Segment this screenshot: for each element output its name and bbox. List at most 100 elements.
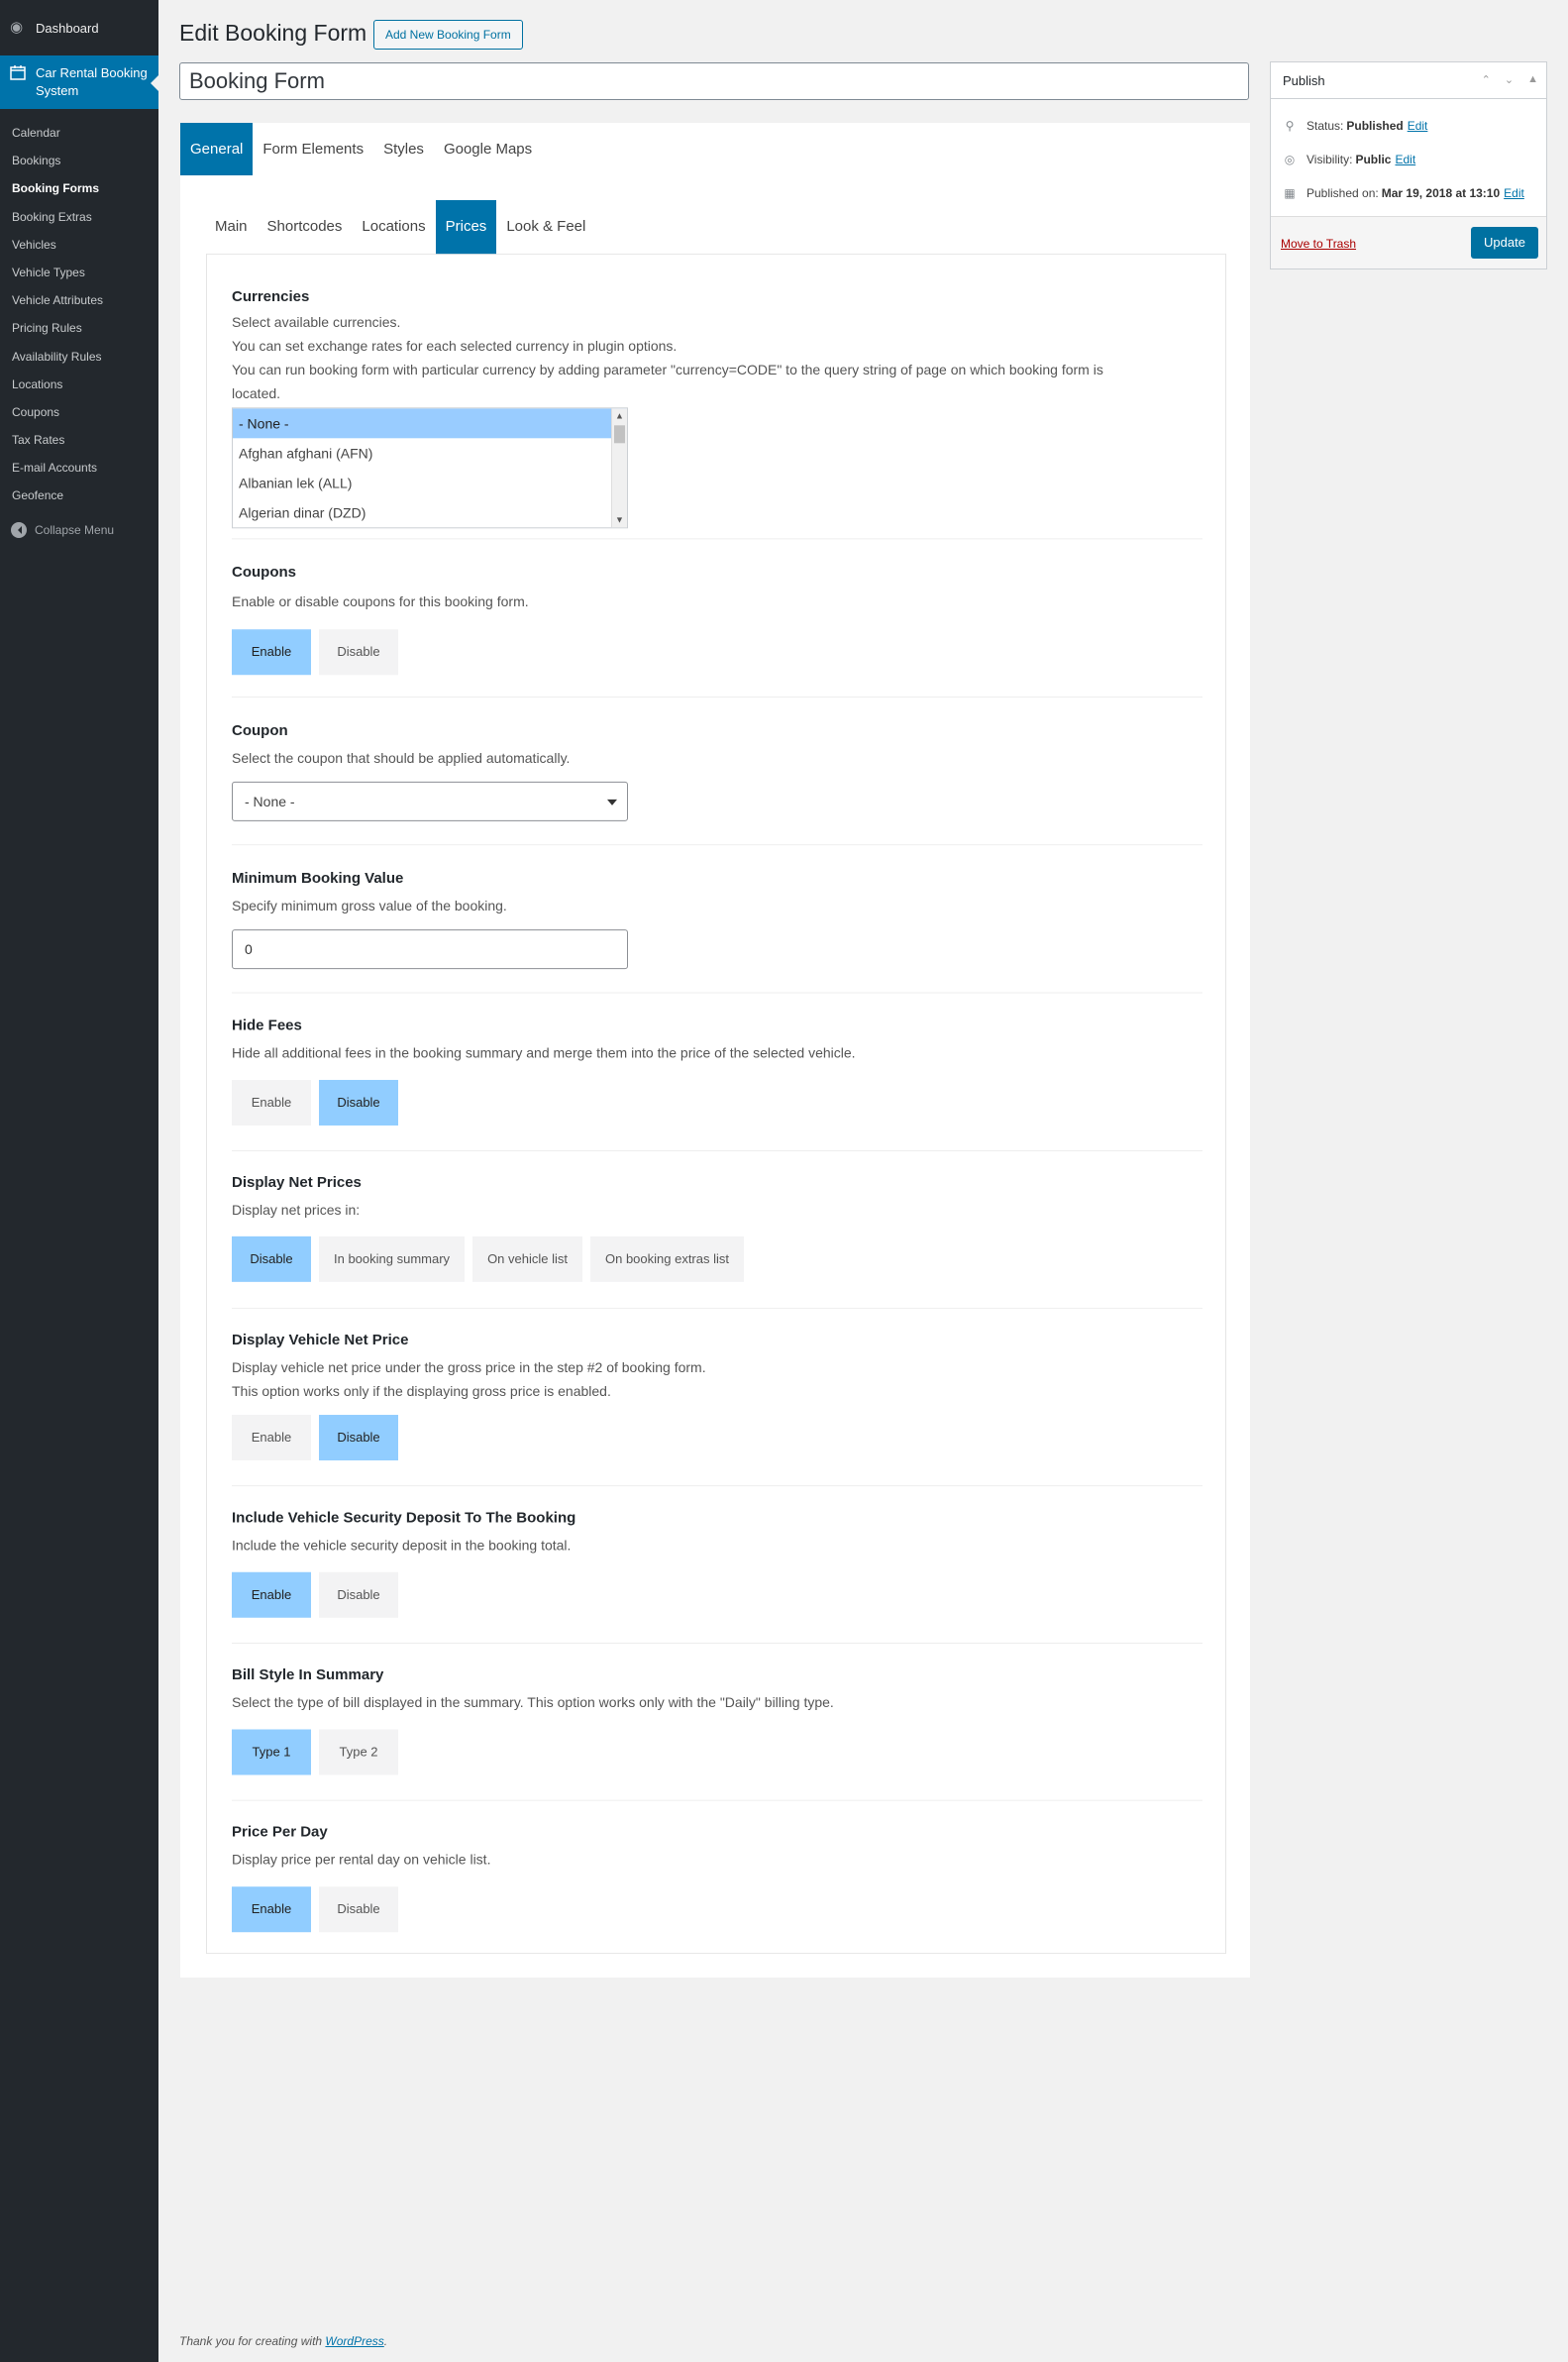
net-prices-vehicle-list-button[interactable]: On vehicle list [472,1235,582,1282]
divider [232,992,1202,994]
toggle-panel-icon[interactable]: ▲ [1527,73,1538,86]
move-up-icon[interactable]: ⌃ [1482,73,1491,86]
currencies-listbox[interactable]: - None - Afghan afghani (AFN) Albanian lek… [232,407,628,529]
section-desc: Specify minimum gross value of the booki… [232,898,507,914]
collapse-menu-button[interactable]: Collapse Menu [0,516,158,544]
calendar-icon [10,65,26,80]
type1-button[interactable]: Type 1 [232,1729,311,1775]
enable-button[interactable]: Enable [232,629,311,676]
sidebar-item-tax-rates[interactable]: Tax Rates [0,426,158,454]
sidebar-item-dashboard[interactable]: ◉ Dashboard [0,0,158,55]
tab-form-elements[interactable]: Form Elements [253,123,373,175]
currency-option[interactable]: Algerian dinar (DZD) [233,497,627,527]
disable-button[interactable]: Disable [319,1079,398,1126]
section-title: Bill Style In Summary [232,1665,384,1683]
move-to-trash-link[interactable]: Move to Trash [1281,237,1356,251]
publish-box-title: Publish [1283,72,1325,88]
sidebar-item-pricing-rules[interactable]: Pricing Rules [0,314,158,342]
sidebar-item-car-rental[interactable]: Car Rental Booking System [0,55,158,109]
visibility-value: Public [1355,153,1392,166]
enable-button[interactable]: Enable [232,1571,311,1618]
currency-option[interactable]: Albanian lek (ALL) [233,468,627,497]
wordpress-link[interactable]: WordPress [325,2334,383,2348]
price-per-day-toggle: Enable Disable [232,1886,398,1933]
edit-date-link[interactable]: Edit [1504,186,1524,200]
disable-button[interactable]: Disable [319,629,398,676]
edit-visibility-link[interactable]: Edit [1395,153,1415,166]
subtab-shortcodes[interactable]: Shortcodes [258,200,353,255]
sidebar-item-calendar[interactable]: Calendar [0,119,158,147]
display-net-prices-section: Display Net Prices Display net prices in… [232,1174,1202,1222]
status-label: Status: [1307,119,1344,133]
coupons-section: Coupons Enable or disable coupons for th… [232,564,1202,613]
sidebar-item-vehicles[interactable]: Vehicles [0,231,158,259]
sidebar-item-vehicle-attributes[interactable]: Vehicle Attributes [0,286,158,314]
sidebar-item-label: Dashboard [36,20,99,36]
sidebar-item-vehicle-types[interactable]: Vehicle Types [0,259,158,286]
disable-button[interactable]: Disable [319,1415,398,1461]
sidebar-item-locations[interactable]: Locations [0,371,158,398]
currency-option[interactable]: Afghan afghani (AFN) [233,438,627,468]
net-prices-booking-extras-button[interactable]: On booking extras list [589,1235,744,1282]
admin-sidebar: ◉ Dashboard Car Rental Booking System Ca… [0,0,158,2362]
tab-google-maps[interactable]: Google Maps [434,123,542,175]
subtab-prices[interactable]: Prices [435,200,497,255]
enable-button[interactable]: Enable [232,1415,311,1461]
tab-general[interactable]: General [180,123,254,175]
bill-style-section: Bill Style In Summary Select the type of… [232,1666,1202,1714]
divider [232,1642,1202,1644]
add-new-booking-form-button[interactable]: Add New Booking Form [373,20,523,50]
subtab-locations[interactable]: Locations [352,200,435,255]
move-down-icon[interactable]: ⌄ [1505,73,1514,86]
section-desc: Select the type of bill displayed in the… [232,1693,834,1710]
net-prices-disable-button[interactable]: Disable [232,1235,311,1282]
subtab-look-feel[interactable]: Look & Feel [496,200,595,255]
type2-button[interactable]: Type 2 [319,1729,398,1775]
sidebar-item-label: Car Rental Booking System [36,65,148,98]
sidebar-item-bookings[interactable]: Bookings [0,147,158,174]
tab-styles[interactable]: Styles [373,123,434,175]
publish-actions: Move to Trash Update [1271,216,1546,268]
publish-box: Publish ⌃ ⌄ ▲ ⚲ Status: Published Edit ◎… [1270,61,1547,269]
scroll-up-icon[interactable]: ▲ [612,408,627,423]
hide-fees-toggle: Enable Disable [232,1079,398,1126]
enable-button[interactable]: Enable [232,1886,311,1933]
enable-button[interactable]: Enable [232,1079,311,1126]
divider [232,1150,1202,1152]
edit-status-link[interactable]: Edit [1408,119,1428,133]
section-desc: You can set exchange rates for each sele… [232,338,678,355]
section-desc: Select available currencies. [232,314,401,331]
divider [232,1799,1202,1801]
sidebar-item-geofence[interactable]: Geofence [0,482,158,509]
minimum-booking-value-input[interactable]: 0 [232,929,628,970]
section-title: Display Net Prices [232,1174,362,1192]
coupon-select[interactable]: - None - [232,781,628,821]
section-title: Coupons [232,564,296,582]
sidebar-item-availability-rules[interactable]: Availability Rules [0,343,158,371]
listbox-scrollbar[interactable]: ▲ ▼ [611,408,627,528]
display-vehicle-net-price-section: Display Vehicle Net Price Display vehicl… [232,1332,1202,1403]
net-prices-booking-summary-button[interactable]: In booking summary [319,1235,466,1282]
post-title-input[interactable]: Booking Form [179,62,1249,100]
sidebar-item-coupons[interactable]: Coupons [0,398,158,426]
sidebar-item-e-mail-accounts[interactable]: E-mail Accounts [0,454,158,482]
update-button[interactable]: Update [1471,227,1538,259]
subtab-main[interactable]: Main [205,200,258,255]
select-value: - None - [245,793,295,809]
published-date-row: ▦ Published on: Mar 19, 2018 at 13:10 Ed… [1271,176,1546,210]
sidebar-item-booking-extras[interactable]: Booking Extras [0,203,158,231]
section-desc: This option works only if the displaying… [232,1382,611,1399]
scroll-thumb[interactable] [614,425,625,444]
disable-button[interactable]: Disable [319,1886,398,1933]
bill-style-toggle: Type 1 Type 2 [232,1729,398,1775]
currency-option[interactable]: - None - [233,408,627,439]
footer-label: Thank you for creating with [179,2334,323,2348]
section-title: Display Vehicle Net Price [232,1331,409,1348]
section-desc: Include the vehicle security deposit in … [232,1537,572,1554]
sidebar-item-booking-forms[interactable]: Booking Forms [0,174,158,202]
sidebar-submenu: Calendar Bookings Booking Forms Booking Ext… [0,109,158,516]
disable-button[interactable]: Disable [319,1571,398,1618]
section-desc: Enable or disable coupons for this booki… [232,593,529,610]
security-deposit-toggle: Enable Disable [232,1571,398,1618]
scroll-down-icon[interactable]: ▼ [612,512,627,527]
